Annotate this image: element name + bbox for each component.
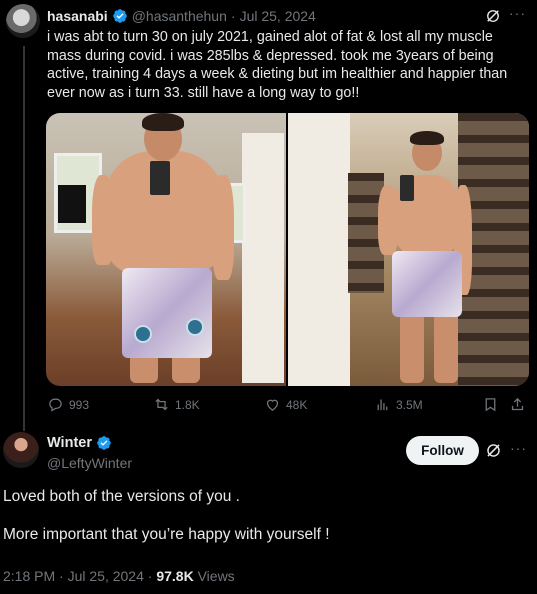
tweet-header: Winter bbox=[47, 435, 112, 451]
before-photo[interactable] bbox=[46, 113, 286, 386]
tweet-date[interactable]: Jul 25, 2024 bbox=[240, 8, 316, 24]
hair-shape bbox=[142, 113, 184, 131]
like-count: 48K bbox=[286, 397, 308, 412]
reply-count: 993 bbox=[69, 397, 90, 412]
views-count: 97.8K bbox=[156, 568, 194, 584]
avatar[interactable] bbox=[6, 4, 40, 38]
views-label: Views bbox=[197, 568, 235, 584]
arm-shape bbox=[92, 175, 114, 265]
tweet-meta: 2:18 PM · Jul 25, 2024 · 97.8K Views bbox=[3, 568, 235, 584]
after-photo[interactable] bbox=[288, 113, 529, 386]
author-handle[interactable]: @hasanthehun bbox=[132, 8, 227, 24]
tweet-text-line: Loved both of the versions of you . bbox=[3, 488, 240, 505]
thread-line bbox=[23, 46, 25, 431]
bookmark-icon bbox=[485, 398, 496, 412]
arm-shape bbox=[212, 175, 234, 280]
tweet-date[interactable]: Jul 25, 2024 bbox=[68, 568, 144, 584]
separator: · bbox=[59, 568, 64, 584]
tweet-text: Loved both of the versions of you . More… bbox=[3, 487, 523, 563]
share-icon bbox=[511, 397, 524, 411]
follow-button[interactable]: Follow bbox=[406, 436, 479, 465]
peace-sign-shape bbox=[186, 318, 204, 336]
views-count: 3.5M bbox=[396, 397, 423, 412]
author-handle[interactable]: @LeftyWinter bbox=[47, 455, 132, 471]
door-shape bbox=[288, 113, 350, 386]
hair-shape bbox=[410, 131, 444, 145]
verified-icon bbox=[97, 436, 111, 450]
phone-shape bbox=[150, 161, 170, 195]
grok-icon[interactable] bbox=[484, 7, 502, 25]
bookmark-button[interactable] bbox=[482, 396, 499, 413]
door-shape bbox=[242, 133, 284, 383]
peace-sign-shape bbox=[134, 325, 152, 343]
tv-shape bbox=[58, 185, 86, 223]
repost-icon bbox=[155, 398, 168, 411]
shorts-shape bbox=[392, 251, 462, 317]
author-name[interactable]: Winter bbox=[47, 435, 92, 451]
arm-shape bbox=[378, 185, 398, 255]
separator: · bbox=[147, 568, 153, 584]
more-icon[interactable]: ··· bbox=[509, 5, 526, 21]
repost-button[interactable]: 1.8K bbox=[153, 396, 200, 413]
grok-icon[interactable] bbox=[484, 441, 503, 460]
leg-shape bbox=[434, 313, 458, 383]
author-name[interactable]: hasanabi bbox=[47, 8, 108, 24]
leg-shape bbox=[400, 313, 424, 383]
like-icon bbox=[266, 399, 279, 411]
tweet-text: i was abt to turn 30 on july 2021, gaine… bbox=[47, 29, 508, 101]
tweet-text-line: More important that you’re happy with yo… bbox=[3, 526, 330, 543]
avatar[interactable] bbox=[3, 432, 39, 468]
reply-button[interactable]: 993 bbox=[47, 396, 89, 413]
views-button[interactable]: 3.5M bbox=[374, 396, 423, 413]
share-button[interactable] bbox=[509, 396, 526, 413]
repost-count: 1.8K bbox=[175, 397, 200, 412]
tweet-time[interactable]: 2:18 PM bbox=[3, 568, 55, 584]
parent-tweet: hasanabi @hasanthehun · Jul 25, 2024 ···… bbox=[0, 0, 537, 431]
tweet-media[interactable] bbox=[46, 113, 529, 386]
phone-shape bbox=[400, 175, 414, 201]
like-button[interactable]: 48K bbox=[264, 396, 307, 413]
reply-icon bbox=[49, 398, 62, 412]
views-icon bbox=[377, 399, 388, 411]
separator: · bbox=[230, 8, 236, 24]
tweet-actions: 993 1.8K 48K 3.5M bbox=[47, 396, 527, 416]
more-icon[interactable]: ··· bbox=[510, 440, 527, 456]
tweet-header: hasanabi @hasanthehun · Jul 25, 2024 bbox=[47, 8, 316, 24]
shorts-shape bbox=[122, 268, 212, 358]
verified-icon bbox=[112, 9, 127, 23]
